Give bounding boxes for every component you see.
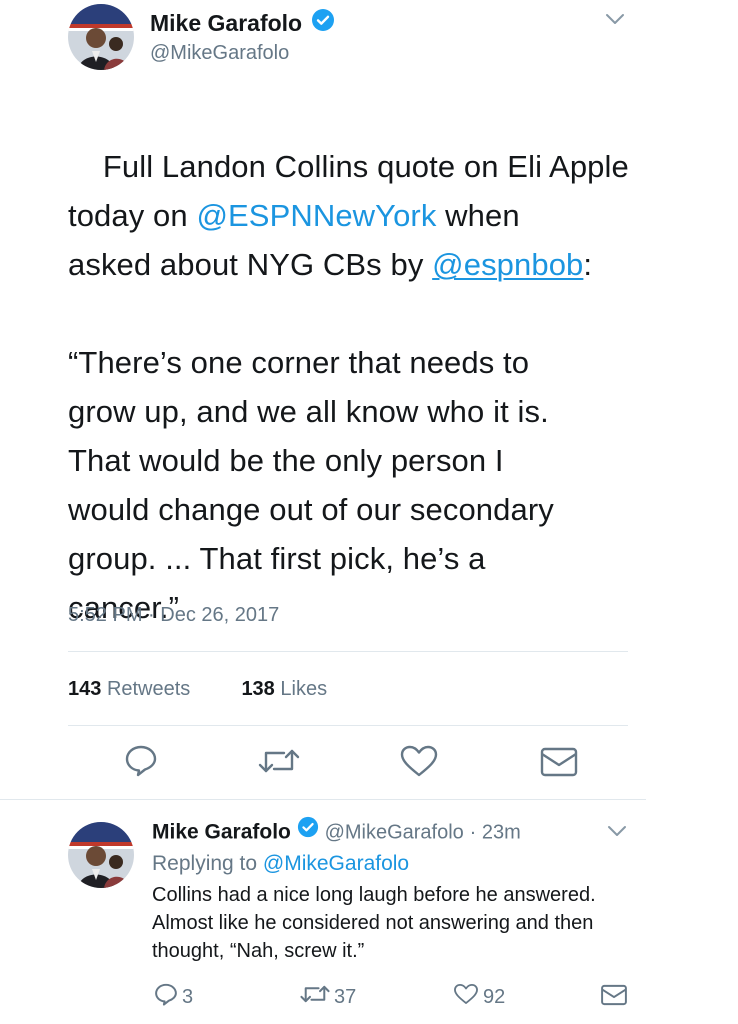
reply-text: Collins had a nice long laugh before he … — [152, 884, 596, 962]
mention-link[interactable]: @ESPNNewYork — [196, 198, 436, 233]
author-avatar[interactable] — [68, 4, 134, 70]
tweet-text: Full Landon Collins quote on Eli Apple t… — [68, 93, 668, 681]
reply-icon[interactable] — [124, 743, 158, 777]
likes-label: Likes — [280, 678, 328, 700]
like-button[interactable]: 92 — [453, 982, 505, 1012]
likes-stat[interactable]: 138 Likes — [241, 678, 327, 700]
mention-link[interactable]: @espnbob — [432, 247, 583, 282]
tweet-text-part: : “There’s one corner that needs to grow… — [68, 247, 593, 625]
verified-badge-icon — [311, 8, 335, 38]
reply-tweet[interactable]: Mike Garafolo @MikeGarafolo · 23m Replyi… — [0, 800, 738, 1024]
retweet-icon — [300, 982, 330, 1012]
retweet-count: 37 — [334, 985, 357, 1008]
retweets-label: Retweets — [106, 678, 191, 700]
reply-time[interactable]: · 23m — [470, 822, 521, 844]
like-count: 92 — [483, 985, 506, 1008]
chevron-down-icon[interactable] — [604, 10, 626, 28]
retweet-button[interactable]: 37 — [300, 982, 356, 1012]
divider — [68, 725, 628, 726]
envelope-icon[interactable] — [600, 983, 628, 1007]
author-avatar[interactable] — [68, 822, 134, 888]
verified-badge-icon — [297, 816, 319, 846]
reply-button[interactable]: 3 — [154, 982, 193, 1012]
reply-header: Mike Garafolo @MikeGarafolo · 23m — [152, 816, 521, 848]
heart-icon[interactable] — [399, 744, 439, 778]
divider — [68, 651, 628, 652]
envelope-icon[interactable] — [539, 746, 579, 778]
main-tweet: Mike Garafolo @MikeGarafolo Full Landon … — [0, 0, 738, 800]
mention-link[interactable]: @MikeGarafolo — [263, 852, 409, 875]
replying-to: Replying to @MikeGarafolo — [152, 850, 409, 878]
retweets-count: 143 — [68, 678, 102, 700]
likes-count: 138 — [241, 678, 275, 700]
replying-to-label: Replying to — [152, 852, 258, 875]
retweets-stat[interactable]: 143 Retweets — [68, 678, 190, 700]
chevron-down-icon[interactable] — [606, 822, 628, 840]
reply-count: 3 — [182, 985, 194, 1008]
author-name[interactable]: Mike Garafolo — [152, 821, 291, 844]
tweet-stats: 143 Retweets 138 Likes — [68, 676, 327, 702]
author-handle[interactable]: @MikeGarafolo — [150, 40, 289, 66]
reply-icon — [154, 982, 178, 1012]
heart-icon — [453, 982, 479, 1012]
tweet-timestamp[interactable]: 5:52 PM · Dec 26, 2017 — [68, 602, 279, 628]
author-handle[interactable]: @MikeGarafolo — [325, 822, 464, 844]
retweet-icon[interactable] — [258, 745, 300, 777]
author-name[interactable]: Mike Garafolo — [150, 8, 335, 40]
